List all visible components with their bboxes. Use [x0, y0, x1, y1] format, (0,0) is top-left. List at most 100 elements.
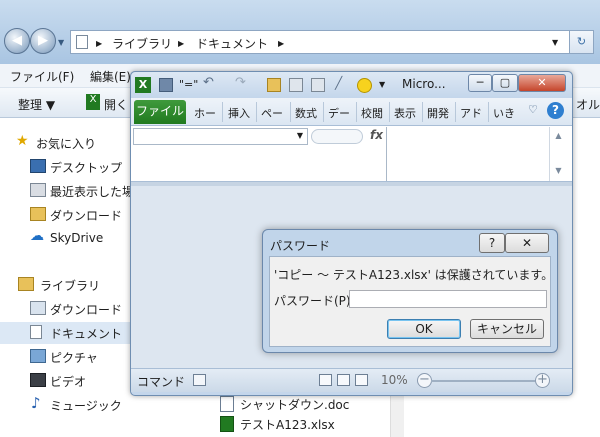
excel-logo-icon: X — [135, 77, 151, 93]
tab-insert[interactable]: 挿入 — [228, 105, 250, 121]
address-dropdown-icon[interactable]: ▼ — [552, 38, 558, 47]
back-arrow-icon: ◀ — [12, 33, 22, 48]
status-bar: コマンド 10% − + — [131, 368, 572, 392]
page-layout-view-icon[interactable] — [337, 374, 350, 386]
zoom-out-icon[interactable]: − — [417, 373, 432, 388]
history-dropdown-icon[interactable]: ▼ — [58, 38, 64, 47]
sidebar-item-downloads[interactable]: ダウンロード — [0, 204, 130, 226]
toolbar-overflow-label[interactable]: オル — [576, 96, 600, 113]
tab-view[interactable]: 表示 — [394, 105, 416, 121]
smiley-icon[interactable] — [357, 78, 372, 93]
maximize-button[interactable]: ▢ — [492, 74, 518, 92]
name-box[interactable]: ▼ — [133, 128, 308, 145]
cancel-button[interactable]: キャンセル — [470, 319, 544, 339]
tab-data[interactable]: デー — [328, 105, 350, 121]
grid-icon[interactable] — [311, 78, 325, 92]
tab-separator — [356, 102, 357, 122]
formula-bar[interactable] — [386, 127, 549, 181]
sidebar-item-label: ピクチャ — [50, 351, 98, 365]
sidebar-item-label: 最近表示した場所 — [50, 185, 130, 199]
sidebar-item-label: お気に入り — [36, 137, 97, 151]
refresh-button[interactable]: ↻ — [570, 30, 594, 54]
sidebar-item-label: ダウンロード — [50, 303, 123, 317]
cloud-icon: ☁ — [30, 228, 44, 244]
scroll-down-icon[interactable]: ▼ — [550, 166, 567, 175]
name-box-dropdown-icon[interactable]: ▼ — [297, 131, 303, 140]
tab-extra[interactable]: いき — [493, 105, 515, 121]
page-break-view-icon[interactable] — [355, 374, 368, 386]
tab-home[interactable]: ホー — [194, 105, 216, 121]
table-icon[interactable] — [289, 78, 303, 92]
password-field[interactable] — [349, 290, 547, 308]
sidebar-item-label: ビデオ — [50, 375, 87, 389]
sidebar-item-skydrive[interactable]: ☁ SkyDrive — [0, 228, 130, 250]
sidebar-item-recent[interactable]: 最近表示した場所 — [0, 180, 130, 202]
excel-window-title: Micro... — [402, 77, 446, 91]
close-button[interactable]: ✕ — [518, 74, 566, 92]
tab-developer[interactable]: 開発 — [427, 105, 449, 121]
minimize-button[interactable]: ─ — [468, 74, 492, 92]
recent-places-icon — [30, 183, 46, 197]
formula-scrollbar[interactable]: ▲ ▼ — [549, 127, 567, 181]
sidebar-item-pictures[interactable]: ピクチャ — [0, 346, 130, 368]
tab-separator — [389, 102, 390, 122]
file-list-scrollbar[interactable] — [390, 390, 404, 437]
dialog-close-button[interactable]: ✕ — [505, 233, 549, 253]
redo-icon[interactable]: ↷ — [235, 75, 249, 90]
library-icon — [18, 277, 34, 291]
excel-file-icon: X — [86, 94, 100, 110]
zoom-in-icon[interactable]: + — [535, 373, 550, 388]
list-item[interactable]: テストA123.xlsx — [220, 414, 400, 434]
forward-button[interactable]: ▶ — [30, 28, 56, 54]
tab-page-layout[interactable]: ペー — [261, 105, 283, 121]
sidebar-libraries[interactable]: ライブラリ — [0, 274, 130, 296]
sidebar-item-desktop[interactable]: デスクトップ — [0, 156, 130, 178]
sidebar-item-label: デスクトップ — [50, 161, 123, 175]
downloads-folder-icon — [30, 207, 46, 221]
sidebar-item-lib-downloads[interactable]: ダウンロード — [0, 298, 130, 320]
line-icon[interactable]: ╱ — [335, 76, 349, 90]
zoom-level[interactable]: 10% — [381, 373, 408, 387]
save-icon[interactable] — [159, 78, 173, 92]
back-button[interactable]: ◀ — [4, 28, 30, 54]
menu-file[interactable]: ファイル(F) — [10, 68, 74, 85]
open-button[interactable]: 開く — [104, 96, 128, 113]
formula-expand-handle[interactable] — [311, 129, 363, 144]
menu-edit[interactable]: 編集(E) — [90, 68, 131, 85]
password-label: パスワード(P): — [274, 294, 355, 308]
dialog-message: 'コピー ～ テストA123.xlsx' は保護されています。 — [274, 268, 554, 282]
open-folder-icon[interactable] — [267, 78, 281, 92]
sidebar-item-music[interactable]: ♪ ミュージック — [0, 394, 130, 416]
music-note-icon: ♪ — [31, 394, 41, 412]
file-name: シャットダウン.doc — [240, 398, 350, 412]
tab-addins[interactable]: アド — [460, 105, 482, 121]
tab-formulas[interactable]: 数式 — [295, 105, 317, 121]
list-item[interactable]: シャットダウン.doc — [220, 394, 400, 414]
organize-button[interactable]: 整理 ▼ — [18, 96, 55, 113]
sidebar-favorites[interactable]: ★ お気に入り — [0, 132, 130, 154]
tab-file[interactable]: ファイル — [134, 100, 186, 124]
tab-separator — [422, 102, 423, 122]
ribbon-minimize-icon[interactable]: ♡ — [528, 103, 538, 116]
breadcrumb-documents[interactable]: ドキュメント — [196, 35, 268, 52]
macro-record-icon[interactable] — [193, 374, 206, 386]
customize-dropdown-icon[interactable]: ▼ — [379, 80, 393, 94]
sidebar-item-label: SkyDrive — [50, 231, 104, 245]
help-icon[interactable]: ? — [547, 102, 564, 119]
scroll-up-icon[interactable]: ▲ — [550, 131, 567, 140]
normal-view-icon[interactable] — [319, 374, 332, 386]
breadcrumb-libraries[interactable]: ライブラリ — [112, 35, 172, 52]
dialog-help-button[interactable]: ? — [479, 233, 505, 253]
star-icon: ★ — [16, 133, 29, 149]
quick-access-icon[interactable]: "=" — [179, 78, 198, 92]
word-file-icon — [220, 396, 234, 412]
zoom-slider[interactable] — [431, 380, 535, 382]
sidebar-item-videos[interactable]: ビデオ — [0, 370, 130, 392]
ok-button[interactable]: OK — [387, 319, 461, 339]
function-icon[interactable]: fx — [370, 128, 383, 142]
sidebar-item-label: ドキュメント — [50, 327, 123, 341]
sidebar-item-documents[interactable]: ドキュメント — [0, 322, 130, 344]
undo-icon[interactable]: ↶ — [203, 75, 217, 90]
tab-review[interactable]: 校閲 — [361, 105, 383, 121]
breadcrumb-separator-icon: ▶ — [278, 39, 285, 48]
